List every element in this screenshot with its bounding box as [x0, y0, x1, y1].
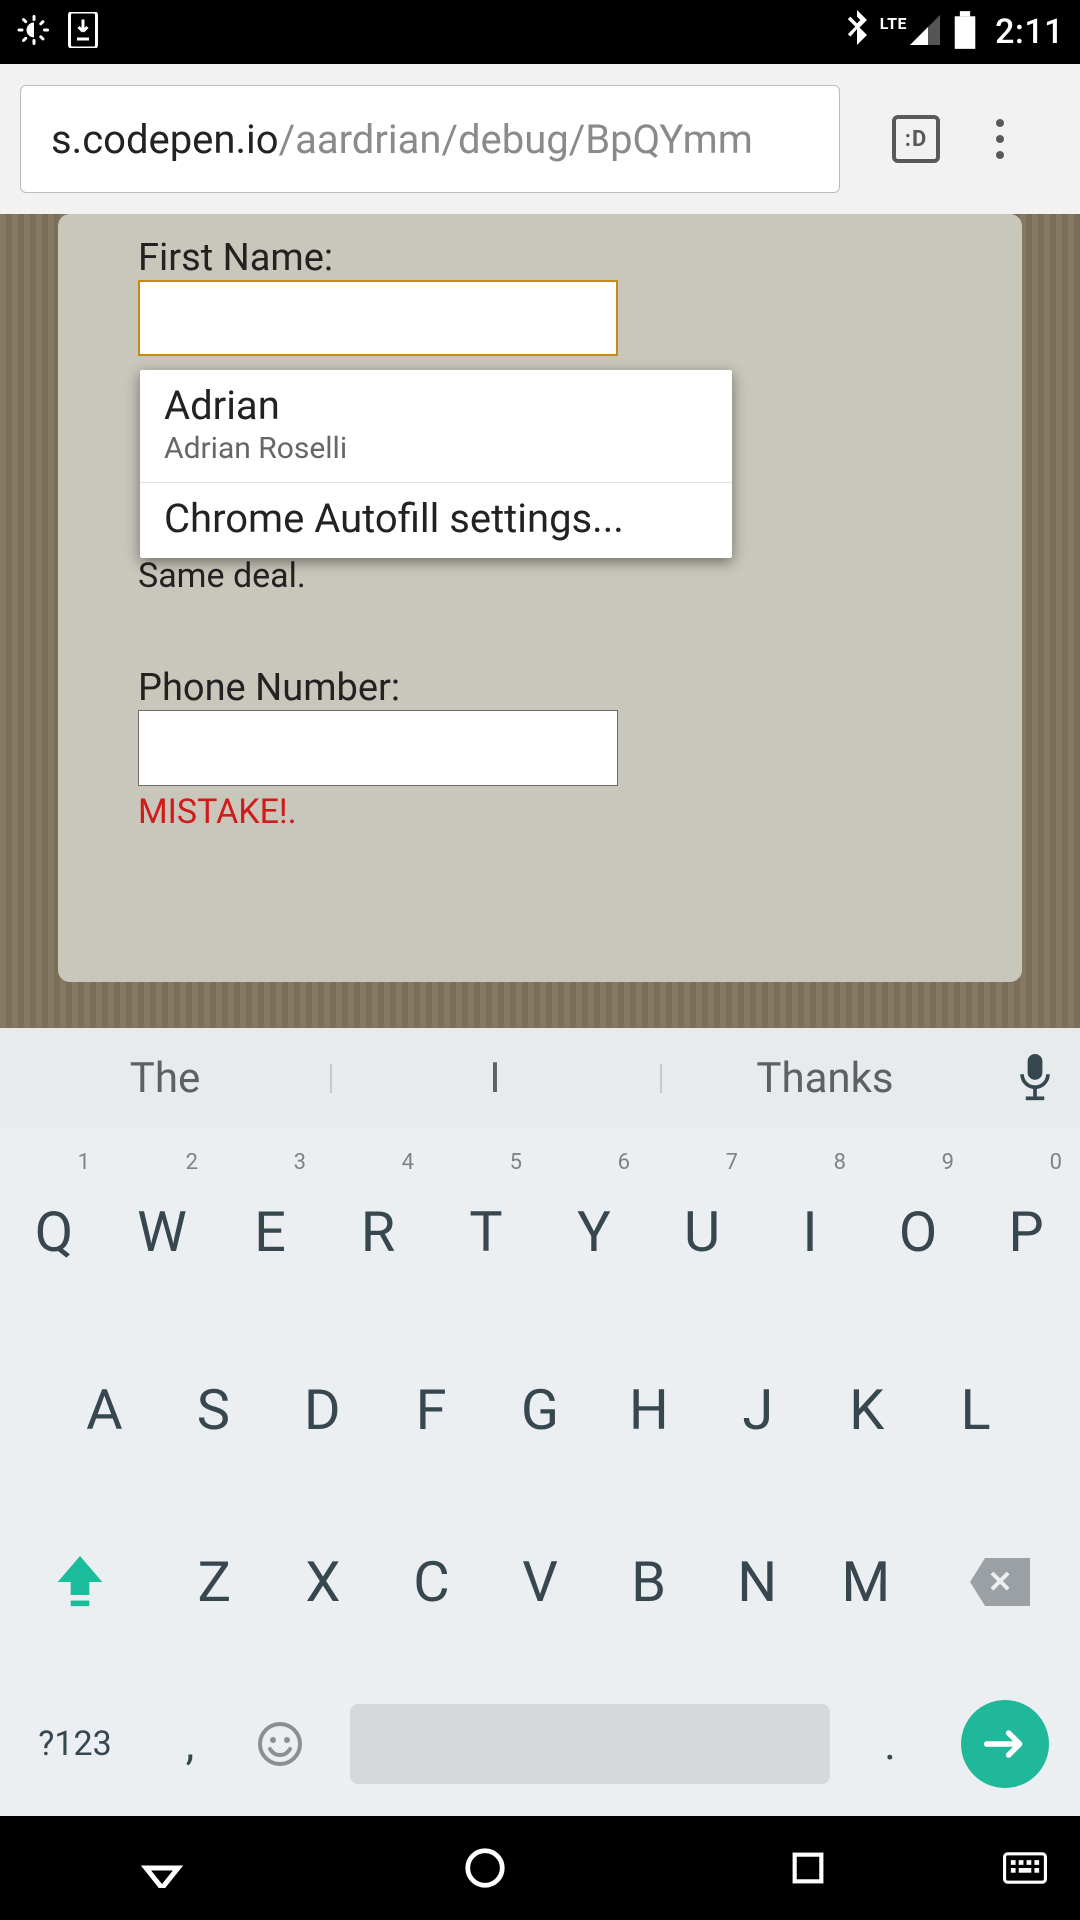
- key-m[interactable]: M: [811, 1496, 920, 1668]
- autofill-suggestion-primary: Adrian: [164, 382, 708, 429]
- key-p[interactable]: P0: [972, 1140, 1080, 1324]
- keyboard-row-3: Z X C V B N M ✕: [0, 1496, 1080, 1668]
- android-status-bar: LTE 2:11: [0, 0, 1080, 64]
- enter-icon: [961, 1700, 1049, 1788]
- key-i[interactable]: I8: [756, 1140, 864, 1324]
- key-l[interactable]: L: [921, 1324, 1030, 1496]
- suggestion-3[interactable]: Thanks: [660, 1054, 990, 1103]
- key-b[interactable]: B: [594, 1496, 703, 1668]
- home-button[interactable]: [323, 1845, 646, 1891]
- android-nav-bar: [0, 1816, 1080, 1920]
- first-name-label: First Name:: [138, 236, 942, 280]
- keyboard-row-2: A S D F G H J K L: [0, 1324, 1080, 1496]
- key-j[interactable]: J: [703, 1324, 812, 1496]
- url-bar[interactable]: s.codepen.io/aardrian/debug/BpQYmm: [20, 85, 840, 193]
- autofill-suggestion[interactable]: Adrian Adrian Roselli: [140, 370, 732, 482]
- overflow-menu-button[interactable]: [976, 109, 1024, 169]
- url-host: s.codepen.io: [51, 116, 279, 163]
- symbols-key[interactable]: ?123: [0, 1724, 150, 1764]
- voice-input-button[interactable]: [990, 1054, 1080, 1102]
- first-name-input[interactable]: [138, 280, 618, 356]
- autofill-suggestion-secondary: Adrian Roselli: [164, 431, 708, 466]
- autofill-popup: Adrian Adrian Roselli Chrome Autofill se…: [140, 370, 732, 558]
- autofill-settings-label: Chrome Autofill settings...: [164, 495, 708, 542]
- key-a[interactable]: A: [50, 1324, 159, 1496]
- key-v[interactable]: V: [486, 1496, 595, 1668]
- soft-keyboard: The I Thanks Q1 W2 E3 R4 T5 Y6 U7 I8 O9 …: [0, 1028, 1080, 1816]
- tab-count: :D: [905, 127, 928, 152]
- ime-switcher-button[interactable]: [970, 1851, 1080, 1885]
- keyboard-row-4: ?123 , .: [0, 1668, 1080, 1820]
- emoji-key[interactable]: [230, 1720, 330, 1768]
- status-clock: 2:11: [995, 12, 1064, 52]
- key-h[interactable]: H: [594, 1324, 703, 1496]
- period-key[interactable]: .: [850, 1718, 930, 1770]
- key-z[interactable]: Z: [160, 1496, 269, 1668]
- backspace-icon: ✕: [970, 1558, 1030, 1606]
- key-y[interactable]: Y6: [540, 1140, 648, 1324]
- key-r[interactable]: R4: [324, 1140, 432, 1324]
- space-key[interactable]: [350, 1704, 830, 1784]
- suggestion-2[interactable]: I: [330, 1054, 660, 1103]
- key-s[interactable]: S: [159, 1324, 268, 1496]
- key-e[interactable]: E3: [216, 1140, 324, 1324]
- phone-number-label: Phone Number:: [138, 666, 942, 710]
- key-t[interactable]: T5: [432, 1140, 540, 1324]
- shift-key[interactable]: [0, 1496, 160, 1668]
- back-button[interactable]: [0, 1848, 323, 1888]
- key-c[interactable]: C: [377, 1496, 486, 1668]
- key-x[interactable]: X: [269, 1496, 378, 1668]
- url-path: /aardrian/debug/BpQYmm: [279, 116, 753, 163]
- help-text-same-deal: Same deal.: [138, 556, 942, 596]
- key-d[interactable]: D: [268, 1324, 377, 1496]
- key-o[interactable]: O9: [864, 1140, 972, 1324]
- autofill-settings-link[interactable]: Chrome Autofill settings...: [140, 483, 732, 558]
- suggestion-1[interactable]: The: [0, 1054, 330, 1103]
- download-notification-icon: [68, 12, 98, 52]
- keyboard-row-1: Q1 W2 E3 R4 T5 Y6 U7 I8 O9 P0: [0, 1140, 1080, 1324]
- cell-signal-icon: [907, 12, 943, 52]
- lte-indicator: LTE: [880, 14, 907, 33]
- bluetooth-icon: [844, 10, 870, 54]
- comma-key[interactable]: ,: [150, 1718, 230, 1770]
- page-background: First Name: Same deal. Phone Number: MIS…: [0, 214, 1080, 1030]
- key-g[interactable]: G: [486, 1324, 595, 1496]
- backspace-key[interactable]: ✕: [920, 1496, 1080, 1668]
- recents-button[interactable]: [647, 1848, 970, 1888]
- key-k[interactable]: K: [812, 1324, 921, 1496]
- key-u[interactable]: U7: [648, 1140, 756, 1324]
- enter-key[interactable]: [930, 1700, 1080, 1788]
- chrome-toolbar: s.codepen.io/aardrian/debug/BpQYmm :D: [0, 64, 1080, 214]
- form-card: First Name: Same deal. Phone Number: MIS…: [58, 214, 1022, 982]
- key-w[interactable]: W2: [108, 1140, 216, 1324]
- brightness-icon: [16, 12, 52, 52]
- phone-number-input[interactable]: [138, 710, 618, 786]
- key-q[interactable]: Q1: [0, 1140, 108, 1324]
- suggestion-bar: The I Thanks: [0, 1028, 1080, 1128]
- battery-icon: [953, 11, 977, 53]
- tab-switcher-button[interactable]: :D: [892, 115, 940, 163]
- key-f[interactable]: F: [377, 1324, 486, 1496]
- key-n[interactable]: N: [703, 1496, 812, 1668]
- phone-error-text: MISTAKE!.: [138, 792, 942, 832]
